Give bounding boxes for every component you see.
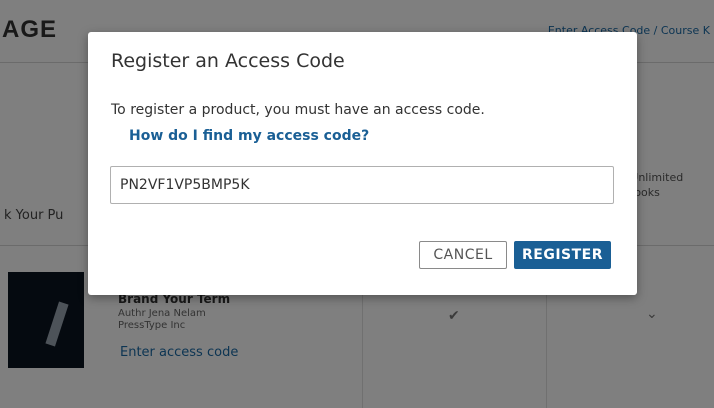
cancel-button[interactable]: CANCEL [419,241,507,269]
dialog-title: Register an Access Code [111,50,345,72]
dialog-description: To register a product, you must have an … [111,102,485,118]
access-code-input[interactable] [110,166,614,204]
register-button[interactable]: REGISTER [514,241,611,269]
find-access-code-help-link[interactable]: How do I find my access code? [129,128,369,144]
register-access-code-dialog: Register an Access Code To register a pr… [88,32,637,295]
